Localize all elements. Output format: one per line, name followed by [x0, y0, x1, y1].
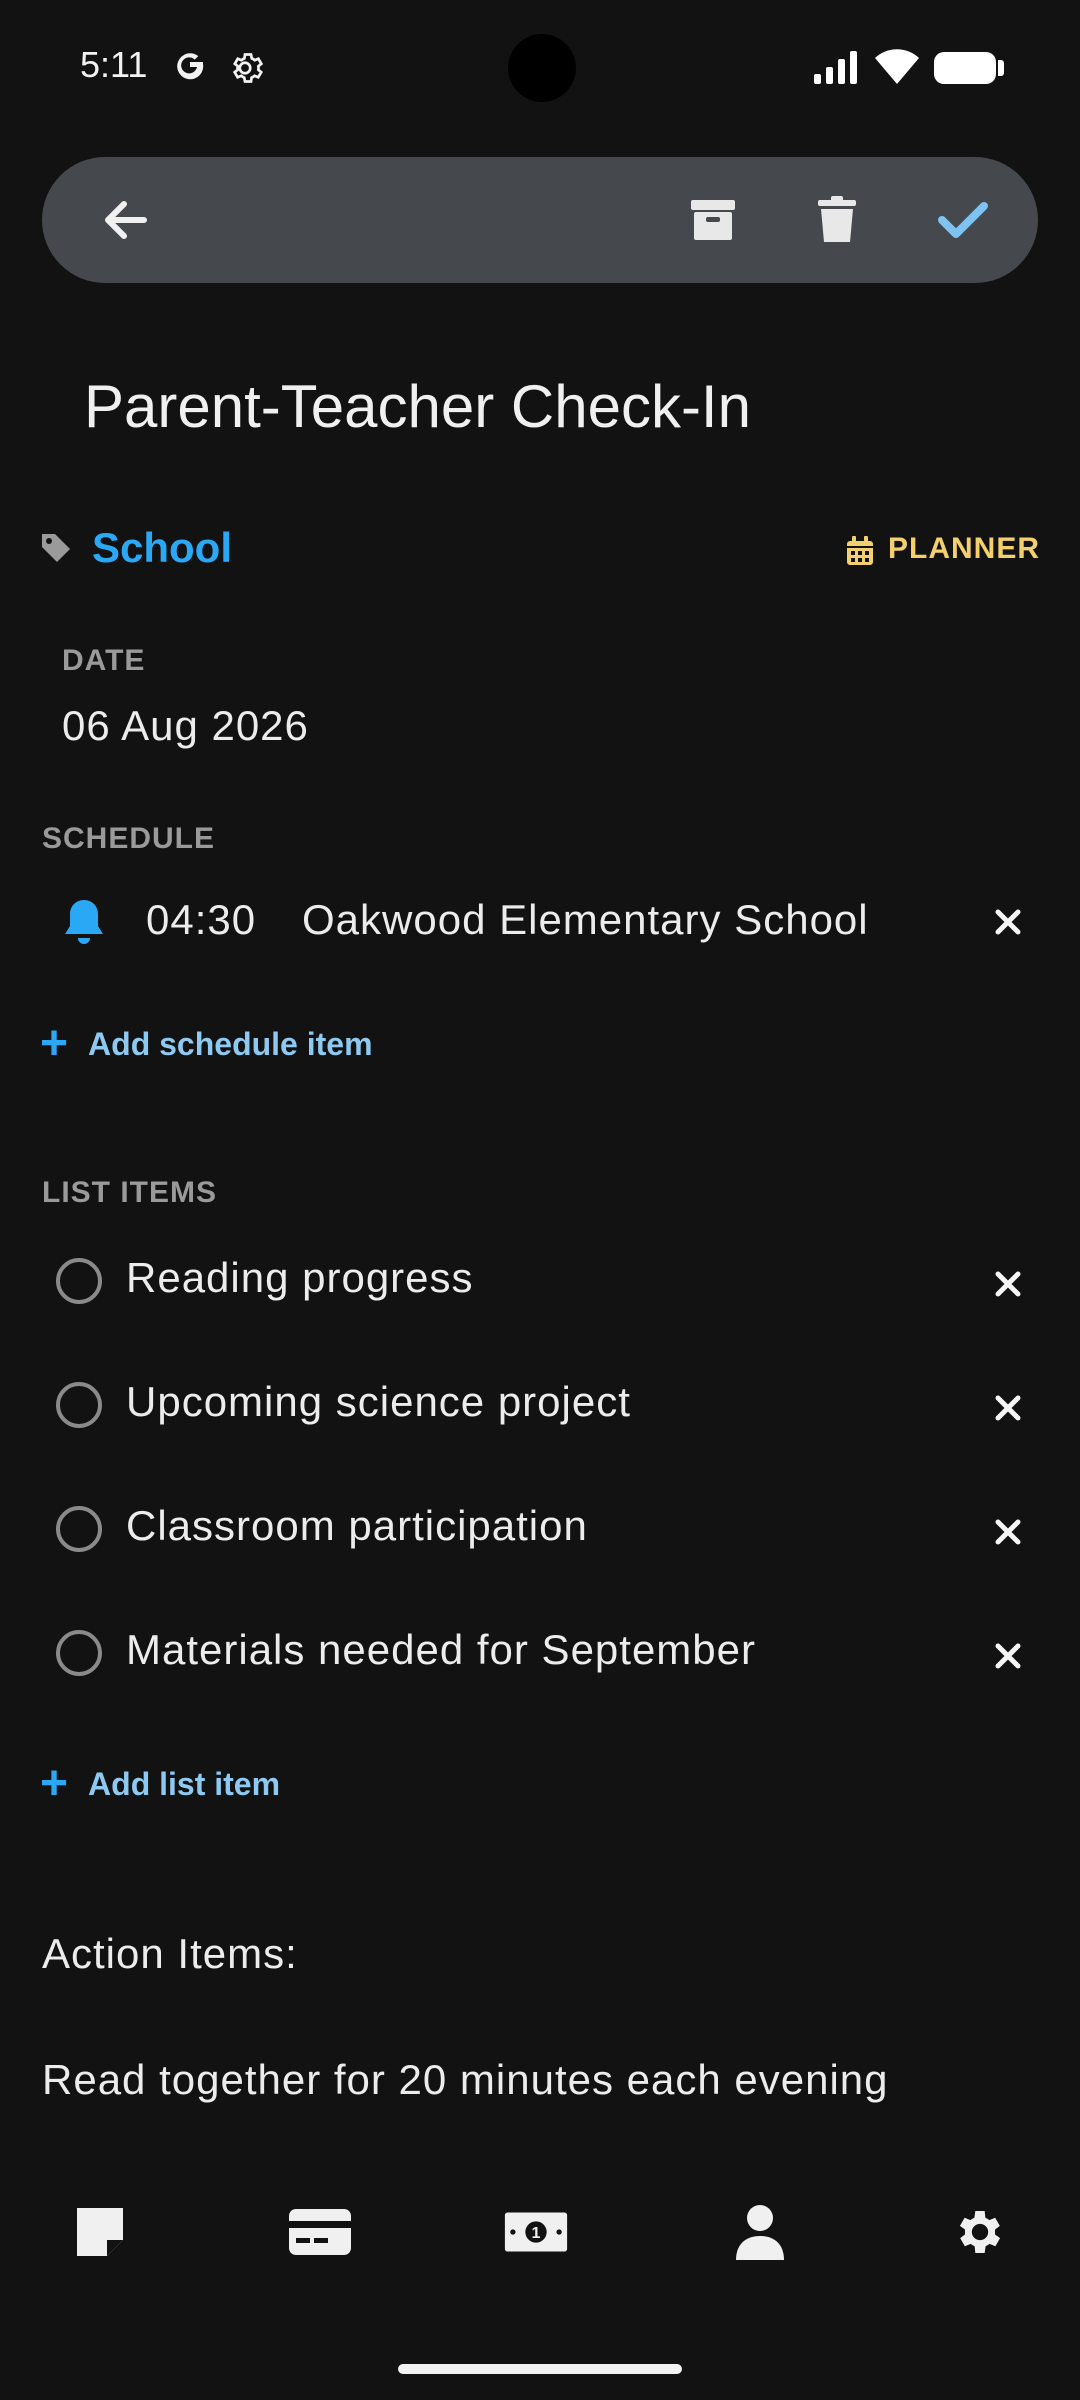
home-indicator[interactable]	[398, 2364, 682, 2374]
list-item-text[interactable]: Reading progress	[126, 1254, 474, 1302]
add-list-item-label: Add list item	[88, 1765, 281, 1802]
plus-icon: +	[40, 1757, 69, 1810]
add-schedule-item-button[interactable]: + Add schedule item	[40, 1020, 373, 1068]
back-arrow-icon[interactable]	[92, 187, 158, 253]
remove-list-item-icon[interactable]	[988, 1264, 1028, 1304]
archive-icon[interactable]	[680, 187, 746, 253]
checkbox-circle[interactable]	[56, 1258, 102, 1304]
note-body-line[interactable]: Action Items:	[42, 1930, 298, 1978]
calendar-icon	[846, 536, 874, 571]
category-label[interactable]: School	[92, 524, 232, 572]
list-item-text[interactable]: Upcoming science project	[126, 1378, 631, 1426]
checkbox-circle[interactable]	[56, 1382, 102, 1428]
list-item: Upcoming science project	[56, 1378, 1046, 1438]
list-item: Reading progress	[56, 1254, 1046, 1314]
money-icon[interactable]: 1	[504, 2200, 568, 2264]
add-list-item-button[interactable]: + Add list item	[40, 1760, 280, 1808]
status-time: 5:11	[80, 44, 148, 85]
wifi-icon	[874, 46, 920, 91]
note-icon[interactable]	[68, 2200, 132, 2264]
signal-icon	[812, 50, 860, 91]
battery-tip	[998, 60, 1004, 76]
add-schedule-item-label: Add schedule item	[88, 1025, 373, 1062]
remove-list-item-icon[interactable]	[988, 1512, 1028, 1552]
date-label: DATE	[62, 644, 146, 677]
check-icon[interactable]	[930, 187, 996, 253]
google-icon	[172, 46, 208, 82]
settings-icon[interactable]	[948, 2200, 1012, 2264]
schedule-place[interactable]: Oakwood Elementary School	[302, 896, 869, 944]
schedule-label: SCHEDULE	[42, 822, 216, 855]
list-item: Materials needed for September	[56, 1626, 1046, 1686]
note-body-line[interactable]: Read together for 20 minutes each evenin…	[42, 2056, 889, 2104]
top-toolbar	[42, 157, 1038, 283]
list-items-label: LIST ITEMS	[42, 1176, 217, 1209]
camera-cutout	[508, 34, 576, 102]
note-title[interactable]: Parent-Teacher Check-In	[84, 372, 751, 441]
checkbox-circle[interactable]	[56, 1506, 102, 1552]
card-icon[interactable]	[288, 2200, 352, 2264]
remove-list-item-icon[interactable]	[988, 1636, 1028, 1676]
remove-schedule-item-icon[interactable]	[988, 902, 1028, 942]
list-item-text[interactable]: Materials needed for September	[126, 1626, 756, 1674]
tag-icon	[40, 532, 72, 569]
plus-icon: +	[40, 1017, 69, 1070]
date-value[interactable]: 06 Aug 2026	[62, 702, 309, 750]
remove-list-item-icon[interactable]	[988, 1388, 1028, 1428]
note-type-label[interactable]: PLANNER	[888, 532, 1040, 566]
list-item: Classroom participation	[56, 1502, 1046, 1562]
settings-status-icon	[230, 50, 266, 86]
checkbox-circle[interactable]	[56, 1630, 102, 1676]
schedule-time[interactable]: 04:30	[146, 896, 256, 944]
list-item-text[interactable]: Classroom participation	[126, 1502, 588, 1550]
battery-icon	[934, 52, 996, 84]
trash-icon[interactable]	[804, 187, 870, 253]
bell-icon	[62, 898, 106, 951]
svg-text:1: 1	[532, 2225, 541, 2242]
person-icon[interactable]	[728, 2200, 792, 2264]
